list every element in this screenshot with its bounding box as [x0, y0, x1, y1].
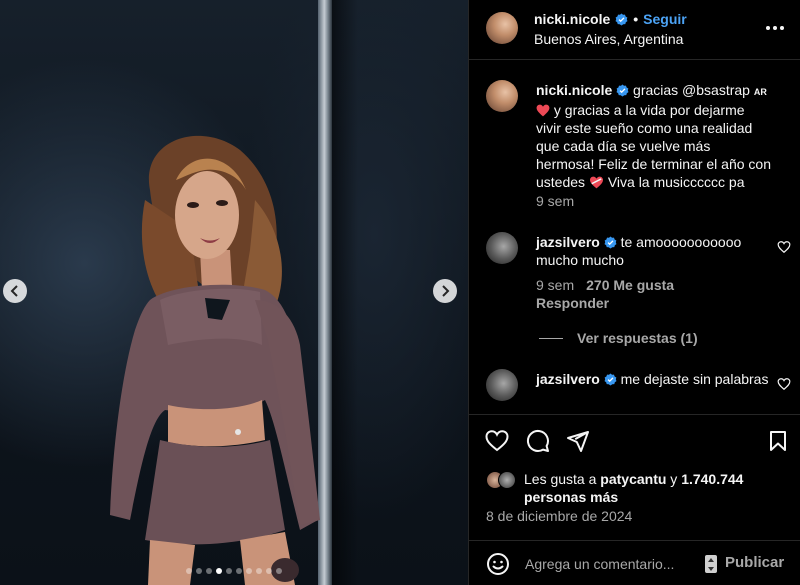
likes-joiner: y — [666, 471, 682, 487]
publish-button[interactable]: Publicar — [725, 554, 784, 571]
divider-line — [539, 337, 563, 339]
post-actions-bar — [469, 414, 800, 464]
emoji-smiley-icon[interactable] — [486, 552, 510, 576]
caption-username[interactable]: nicki.nicole — [536, 82, 612, 98]
carousel-dot — [256, 568, 262, 574]
comment-time[interactable]: 9 sem — [536, 277, 574, 293]
avatar[interactable] — [486, 232, 518, 264]
flag-tag: AR — [753, 87, 767, 97]
reply-button[interactable]: Responder — [536, 295, 609, 311]
separator-dot: • — [633, 11, 639, 27]
carousel-indicator — [0, 568, 468, 574]
chevron-left-icon — [10, 285, 18, 297]
carousel-dot — [266, 568, 272, 574]
view-replies-button[interactable]: Ver respuestas (1) — [539, 330, 698, 346]
red-heart-emoji-icon — [536, 104, 550, 117]
bookmark-icon[interactable] — [766, 429, 790, 453]
carousel-dot — [196, 568, 202, 574]
comment-bubble-icon[interactable] — [526, 429, 550, 453]
chevron-right-icon — [442, 285, 450, 297]
more-options-button[interactable] — [763, 16, 787, 40]
like-comment-heart-icon[interactable] — [777, 240, 791, 254]
caption-text-3: Viva la musicccccc pa — [603, 174, 745, 190]
comment-username[interactable]: jazsilvero — [536, 371, 600, 387]
carousel-dot — [186, 568, 192, 574]
carousel-dot — [206, 568, 212, 574]
comment-likes-count[interactable]: 270 Me gusta — [586, 277, 674, 293]
scroll-stepper[interactable] — [705, 555, 717, 573]
post-side-panel: nicki.nicole • Seguir Buenos Aires, Arge… — [468, 0, 800, 585]
caption-time[interactable]: 9 sem — [536, 193, 574, 209]
avatar — [498, 471, 516, 489]
comment-input[interactable] — [525, 553, 700, 575]
add-comment-bar: Publicar — [469, 540, 800, 585]
comments-list[interactable]: nicki.nicole gracias @bsastrap AR y grac… — [469, 61, 800, 414]
carousel-dot — [246, 568, 252, 574]
follow-button[interactable]: Seguir — [643, 11, 687, 27]
likes-prefix: Les gusta a — [524, 471, 601, 487]
avatar[interactable] — [486, 12, 518, 44]
avatar[interactable] — [486, 80, 518, 112]
post-username[interactable]: nicki.nicole — [534, 11, 610, 27]
post-media[interactable] — [0, 0, 468, 585]
carousel-prev-button[interactable] — [3, 279, 27, 303]
carousel-dot — [226, 568, 232, 574]
carousel-dot — [236, 568, 242, 574]
more-horizontal-icon — [766, 26, 784, 30]
post-location[interactable]: Buenos Aires, Argentina — [534, 31, 683, 47]
post-header: nicki.nicole • Seguir Buenos Aires, Arge… — [469, 0, 800, 60]
post-photo — [110, 135, 320, 585]
likes-user[interactable]: patycantu — [600, 471, 666, 487]
carousel-next-button[interactable] — [433, 279, 457, 303]
carousel-dot — [276, 568, 282, 574]
avatar[interactable] — [486, 369, 518, 401]
verified-badge-icon — [604, 236, 617, 249]
caption-text-1: gracias @bsastrap — [633, 82, 750, 98]
like-heart-icon[interactable] — [485, 429, 509, 453]
view-replies-label: Ver respuestas (1) — [577, 330, 698, 346]
comment-text: me dejaste sin palabras — [620, 371, 769, 387]
verified-badge-icon — [615, 13, 628, 26]
carousel-dot — [216, 568, 222, 574]
share-send-icon[interactable] — [566, 429, 590, 453]
verified-badge-icon — [616, 84, 629, 97]
comment-username[interactable]: jazsilvero — [536, 234, 600, 250]
like-comment-heart-icon[interactable] — [777, 377, 791, 391]
post-date[interactable]: 8 de diciembre de 2024 — [486, 508, 632, 524]
verified-badge-icon — [604, 373, 617, 386]
mending-heart-emoji-icon — [589, 176, 603, 189]
